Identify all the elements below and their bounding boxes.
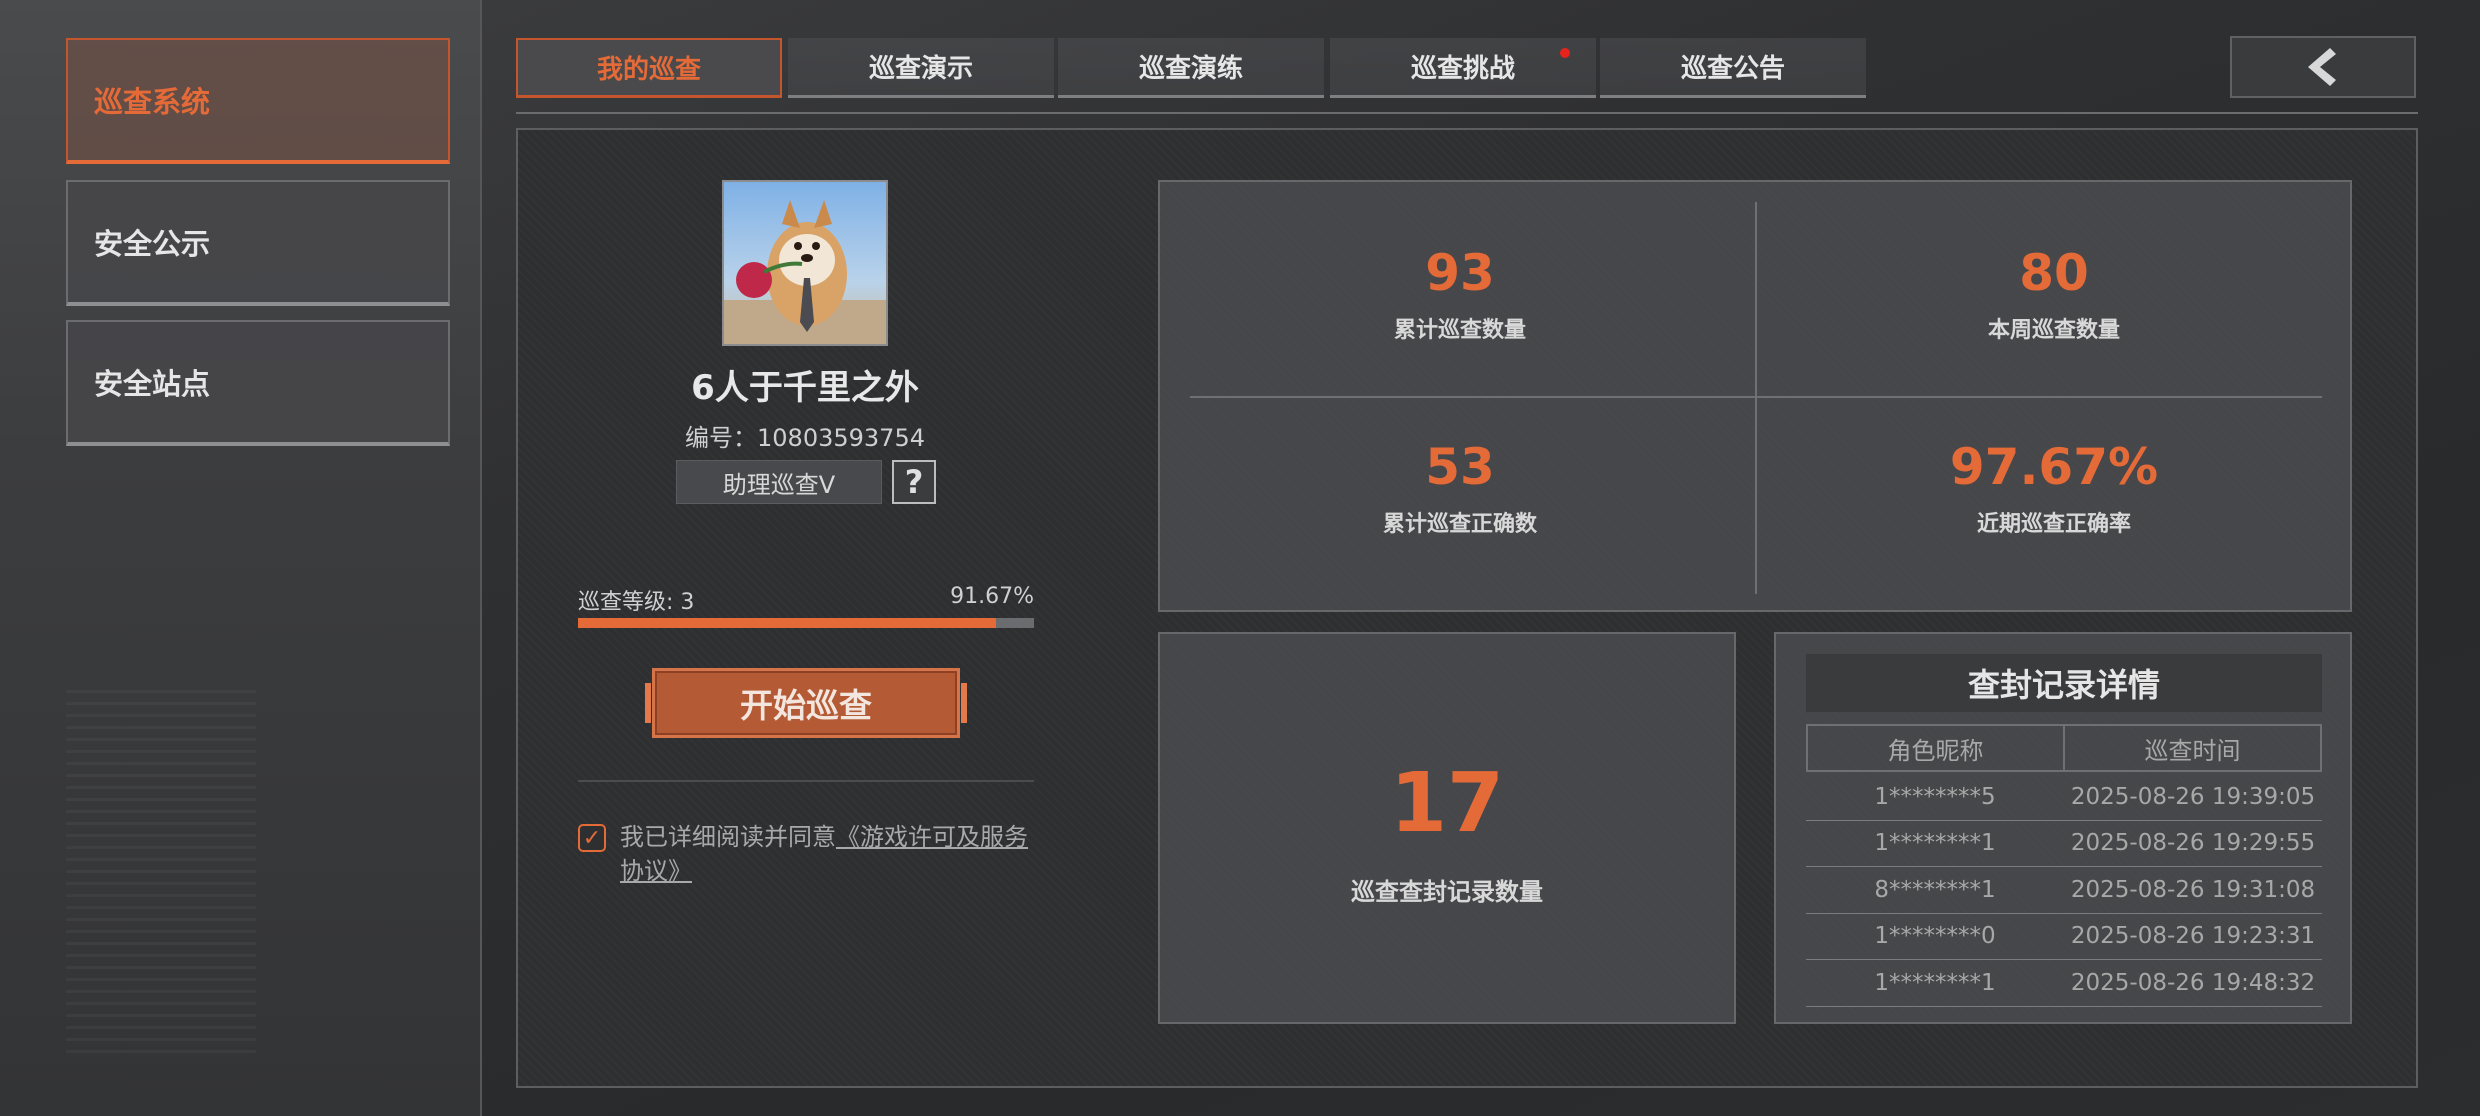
stat-label: 累计巡查数量 [1393, 318, 1526, 343]
tab-patrol-challenge[interactable]: 巡查挑战 [1330, 38, 1596, 98]
tab-label: 巡查挑战 [1410, 54, 1515, 84]
record-nickname: 1********1 [1874, 969, 1996, 996]
tab-my-patrol[interactable]: 我的巡查 [516, 38, 782, 98]
agreement-text: 我已详细阅读并同意《游戏许可及服务协议》 [620, 820, 1040, 888]
record-time: 2025-08-26 19:29:55 [2070, 830, 2316, 857]
stat-value: 93 [1425, 244, 1495, 302]
table-row: 1********1 2025-08-26 19:29:55 [1806, 821, 2322, 867]
stat-value: 53 [1425, 438, 1495, 496]
sidebar: 巡查系统 安全公示 安全站点 [0, 0, 482, 1116]
level-progress-bar [578, 618, 1034, 628]
stat-total-patrols: 93 累计巡查数量 [1180, 244, 1740, 344]
chevron-left-icon [2308, 48, 2336, 86]
avatar-image [724, 182, 886, 344]
ban-records-list: 1********5 2025-08-26 19:39:05 1********… [1806, 774, 2322, 1007]
stat-label: 近期巡查正确率 [1976, 512, 2131, 537]
decorative-code-texture [66, 690, 256, 1060]
sidebar-item-label: 巡查系统 [94, 85, 211, 119]
record-time: 2025-08-26 19:31:08 [2070, 876, 2316, 903]
record-nickname: 1********5 [1874, 783, 1996, 810]
ban-count-label: 巡查查封记录数量 [1351, 878, 1543, 906]
ban-count-value: 17 [1389, 756, 1505, 851]
notification-dot-icon [1560, 48, 1570, 58]
column-header-nickname: 角色昵称 [1808, 726, 2065, 770]
help-button[interactable]: ? [892, 460, 936, 504]
table-row: 1********5 2025-08-26 19:39:05 [1806, 774, 2322, 821]
record-nickname: 8********1 [1874, 876, 1996, 903]
stats-panel: 93 累计巡查数量 80 本周巡查数量 53 累计巡查正确数 97.67% 近期… [1158, 180, 2352, 612]
stat-label: 本周巡查数量 [1987, 318, 2120, 343]
tab-patrol-drill[interactable]: 巡查演练 [1058, 38, 1324, 98]
section-divider [578, 780, 1034, 782]
sidebar-item-label: 安全公示 [94, 227, 211, 261]
sidebar-item-label: 安全站点 [94, 367, 211, 401]
ban-records-header: 角色昵称 巡查时间 [1806, 724, 2322, 772]
ban-records-title: 查封记录详情 [1806, 654, 2322, 712]
record-time: 2025-08-26 19:48:32 [2070, 969, 2316, 996]
column-header-time: 巡查时间 [2144, 736, 2241, 765]
sidebar-item-patrol-system[interactable]: 巡查系统 [66, 38, 450, 164]
record-nickname: 1********0 [1874, 923, 1996, 950]
table-row: 8********1 2025-08-26 19:31:08 [1806, 867, 2322, 914]
stats-divider-vertical [1755, 202, 1757, 594]
tab-label: 我的巡查 [596, 55, 701, 85]
stat-total-correct: 53 累计巡查正确数 [1180, 438, 1740, 538]
checkmark-icon: ✓ [582, 825, 602, 851]
level-progress-fill [578, 618, 996, 628]
header-divider [516, 112, 2418, 114]
sidebar-item-safety-site[interactable]: 安全站点 [66, 320, 450, 446]
ban-records-panel: 查封记录详情 角色昵称 巡查时间 1********5 2025-08-26 1… [1774, 632, 2352, 1024]
record-time: 2025-08-26 19:23:31 [2070, 923, 2316, 950]
tab-patrol-demo[interactable]: 巡查演示 [788, 38, 1054, 98]
table-row: 1********1 2025-08-26 19:48:32 [1806, 960, 2322, 1007]
start-patrol-label: 开始巡查 [740, 686, 872, 725]
record-nickname: 1********1 [1874, 830, 1996, 857]
user-name: 6人于千里之外 [691, 368, 919, 408]
tab-label: 巡查演练 [1138, 54, 1243, 84]
agreement-checkbox[interactable]: ✓ [578, 824, 606, 852]
tab-label: 巡查演示 [868, 54, 973, 84]
record-time: 2025-08-26 19:39:05 [2070, 783, 2316, 810]
ban-count-panel: 17 巡查查封记录数量 [1158, 632, 1736, 1024]
avatar [722, 180, 888, 346]
back-button[interactable] [2230, 36, 2416, 98]
user-id: 编号：10803593754 [685, 424, 925, 452]
agreement-prefix: 我已详细阅读并同意 [620, 823, 836, 851]
sidebar-item-safety-notice[interactable]: 安全公示 [66, 180, 450, 306]
stat-weekly-patrols: 80 本周巡查数量 [1774, 244, 2334, 344]
patrol-level-label: 巡查等级: 3 [578, 590, 695, 615]
tab-patrol-announcement[interactable]: 巡查公告 [1600, 38, 1866, 98]
stat-value: 80 [2019, 244, 2089, 302]
start-patrol-button[interactable]: 开始巡查 [645, 668, 967, 738]
table-row: 1********0 2025-08-26 19:23:31 [1806, 914, 2322, 960]
role-badge: 助理巡查V [676, 460, 882, 504]
stat-value: 97.67% [1949, 438, 2159, 496]
tab-label: 巡查公告 [1680, 54, 1785, 84]
stat-recent-accuracy: 97.67% 近期巡查正确率 [1774, 438, 2334, 538]
patrol-level-percent: 91.67% [950, 584, 1034, 609]
stat-label: 累计巡查正确数 [1382, 512, 1537, 537]
